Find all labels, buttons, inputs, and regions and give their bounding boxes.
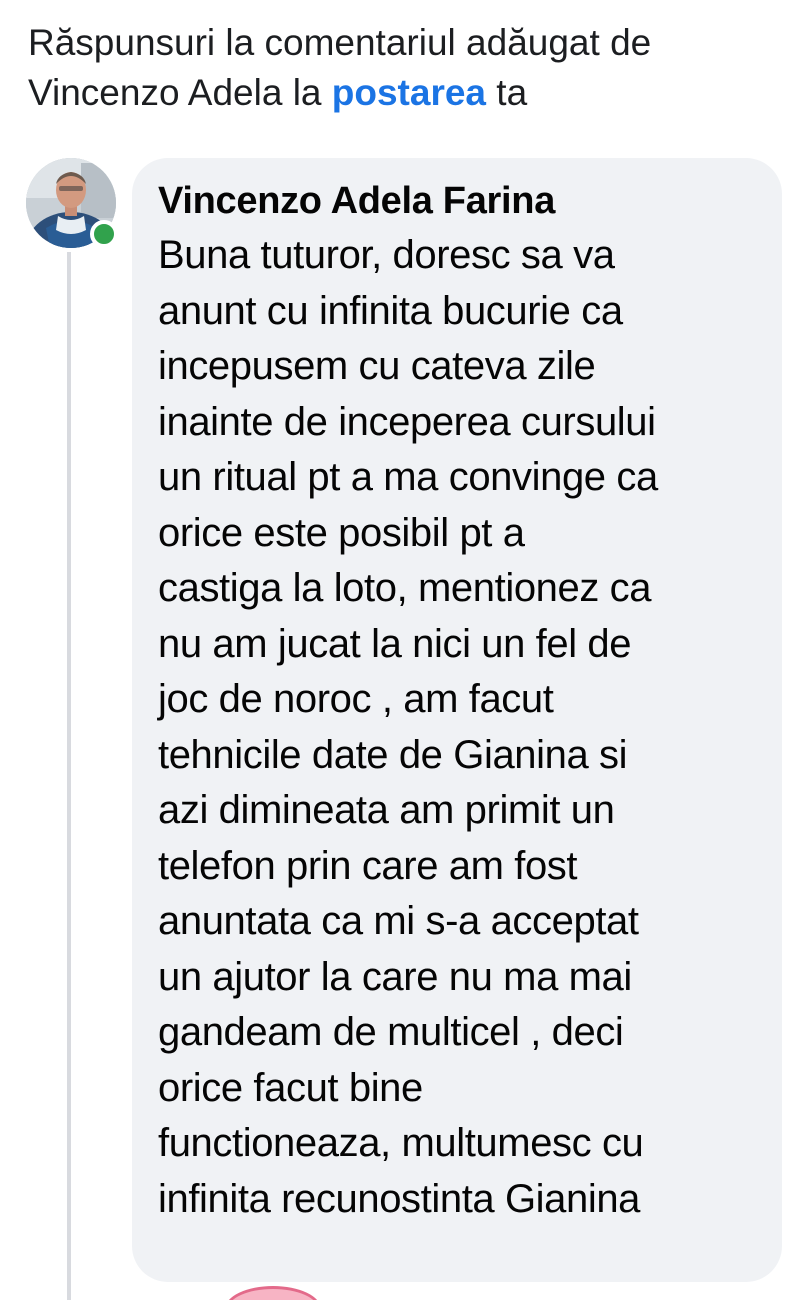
post-link[interactable]: postarea bbox=[332, 72, 486, 113]
comment-text: Buna tuturor, doresc sa va anunt cu infi… bbox=[158, 228, 762, 1227]
comment-text-line: anuntata ca mi s-a acceptat bbox=[158, 899, 639, 943]
comment-text-line: un ritual pt a ma convinge ca bbox=[158, 455, 658, 499]
comment-bubble[interactable]: Vincenzo Adela Farina Buna tuturor, dore… bbox=[132, 158, 782, 1282]
online-dot-icon bbox=[90, 220, 118, 248]
next-reply-reaction-icon bbox=[225, 1286, 321, 1300]
comment-text-line: inainte de inceperea cursului bbox=[158, 399, 656, 444]
comment-text-line: telefon prin care am fost bbox=[158, 843, 578, 888]
comment-author-name[interactable]: Vincenzo Adela Farina bbox=[158, 176, 762, 226]
comment-text-line: tehnicile date de Gianina si bbox=[158, 732, 628, 777]
comment-text-line: orice facut bine bbox=[158, 1065, 423, 1110]
replies-header-line2: Vincenzo Adela la postarea ta bbox=[28, 68, 788, 118]
replies-header-line1: Răspunsuri la comentariul adăugat de bbox=[28, 22, 652, 63]
comment-text-line: anunt cu infinita bucurie ca bbox=[158, 288, 623, 333]
comment-text-line: joc de noroc , am facut bbox=[158, 677, 554, 721]
comment-text-line: functioneaza, multumesc cu bbox=[158, 1121, 644, 1165]
reply-thread-line bbox=[67, 252, 71, 1300]
comment-text-line: incepusem cu cateva zile bbox=[158, 344, 596, 388]
comment-replies-page: Răspunsuri la comentariul adăugat de Vin… bbox=[0, 0, 800, 1300]
comment-text-line: infinita recunostinta Gianina bbox=[158, 1176, 641, 1221]
replies-header-suffix: ta bbox=[486, 72, 528, 113]
comment-text-line: un ajutor la care nu ma mai bbox=[158, 954, 632, 999]
replies-header-prefix: Vincenzo Adela la bbox=[28, 72, 332, 113]
comment-text-line: nu am jucat la nici un fel de bbox=[158, 621, 632, 666]
comment-text-line: Buna tuturor, doresc sa va bbox=[158, 233, 615, 277]
comment-text-line: castiga la loto, mentionez ca bbox=[158, 566, 652, 610]
comment-text-line: gandeam de multicel , deci bbox=[158, 1010, 624, 1054]
author-avatar[interactable] bbox=[26, 158, 118, 248]
comment-text-line: orice este posibil pt a bbox=[158, 510, 525, 555]
comment-text-line: azi dimineata am primit un bbox=[158, 788, 615, 832]
replies-header: Răspunsuri la comentariul adăugat de Vin… bbox=[28, 18, 788, 118]
